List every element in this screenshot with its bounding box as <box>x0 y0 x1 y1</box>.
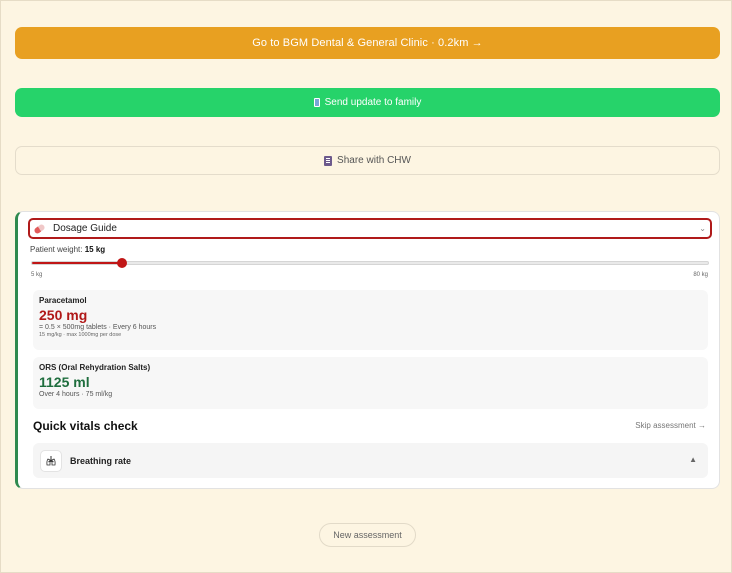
pill-icon <box>33 222 46 235</box>
go-to-clinic-label: Go to BGM Dental & General Clinic · 0.2k… <box>252 37 483 49</box>
new-assessment-label: New assessment <box>333 530 402 540</box>
patient-weight-value: 15 kg <box>84 245 106 254</box>
weight-slider-fill <box>32 262 123 264</box>
medication-detail: = 0.5 × 500mg tablets · Every 6 hours <box>39 324 157 331</box>
medication-detail: Over 4 hours · 75 ml/kg <box>39 391 113 398</box>
medication-dose: 1125 ml <box>39 374 90 390</box>
dosage-assessment-card: Dosage Guide ⌄ Patient weight: 15 kg 5 k… <box>15 211 720 489</box>
new-assessment-button[interactable]: New assessment <box>319 523 416 547</box>
medication-card-ors: ORS (Oral Rehydration Salts) 1125 ml Ove… <box>33 357 708 409</box>
slider-max-label: 80 kg <box>693 272 708 278</box>
chevron-up-icon: ▲ <box>689 455 697 464</box>
slider-min-label: 5 kg <box>31 272 43 278</box>
weight-slider[interactable] <box>31 258 709 268</box>
weight-slider-thumb[interactable] <box>117 258 128 268</box>
medication-card-paracetamol: Paracetamol 250 mg = 0.5 × 500mg tablets… <box>33 290 708 350</box>
send-update-family-button[interactable]: Send update to family <box>15 88 720 117</box>
breathing-rate-accordion[interactable]: Breathing rate ▲ <box>33 443 708 478</box>
send-update-family-label: Send update to family <box>324 97 422 108</box>
lungs-icon <box>40 449 62 472</box>
go-to-clinic-button[interactable]: Go to BGM Dental & General Clinic · 0.2k… <box>15 27 720 59</box>
dosage-guide-select[interactable]: Dosage Guide ⌄ <box>28 218 712 239</box>
skip-assessment-link[interactable]: Skip assessment → <box>635 421 706 430</box>
document-icon <box>324 155 333 166</box>
share-with-chw-label: Share with CHW <box>337 155 411 166</box>
medication-note: 15 mg/kg · max 1000mg per dose <box>39 332 122 338</box>
mobile-phone-icon <box>313 98 320 107</box>
medication-name: ORS (Oral Rehydration Salts) <box>39 363 151 372</box>
breathing-rate-label: Breathing rate <box>70 455 132 466</box>
chevron-down-icon: ⌄ <box>699 224 706 233</box>
share-with-chw-button[interactable]: Share with CHW <box>15 146 720 175</box>
medication-name: Paracetamol <box>39 296 87 305</box>
medication-dose: 250 mg <box>39 307 88 323</box>
vitals-section-title: Quick vitals check <box>33 419 138 433</box>
dosage-guide-label: Dosage Guide <box>53 223 117 234</box>
patient-weight-label: Patient weight: 15 kg <box>30 245 106 254</box>
